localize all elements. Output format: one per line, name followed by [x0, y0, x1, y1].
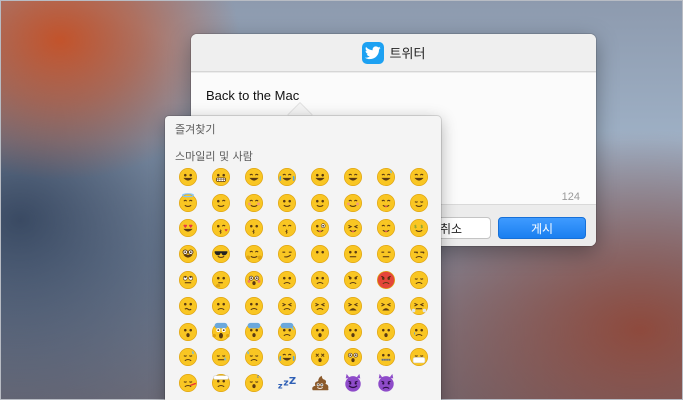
sleeping-emoji-icon[interactable]: z: [237, 370, 270, 396]
angry-emoji-icon[interactable]: [336, 267, 369, 293]
wink-emoji-icon[interactable]: [204, 190, 237, 216]
svg-text:Z: Z: [288, 376, 295, 387]
heart-eyes-emoji-icon[interactable]: [171, 216, 204, 242]
svg-text:$: $: [420, 224, 423, 230]
svg-text:z: z: [277, 381, 282, 391]
sweat-smile-emoji-icon[interactable]: [369, 164, 402, 190]
anguished-emoji-icon[interactable]: [369, 319, 402, 345]
frowning-emoji-icon[interactable]: [237, 293, 270, 319]
sleepy-emoji-icon[interactable]: [204, 345, 237, 371]
tired-emoji-icon[interactable]: [336, 293, 369, 319]
neutral-emoji-icon[interactable]: [336, 241, 369, 267]
sheet-header: 트위터: [191, 34, 596, 72]
triumph-emoji-icon[interactable]: [402, 293, 435, 319]
sob-emoji-icon[interactable]: [270, 345, 303, 371]
smile-emoji-icon[interactable]: [336, 164, 369, 190]
stuck-out-tongue-emoji-icon[interactable]: [369, 216, 402, 242]
joy-emoji-icon[interactable]: [270, 164, 303, 190]
smiley-emoji-icon[interactable]: [303, 164, 336, 190]
blush-emoji-icon[interactable]: [237, 190, 270, 216]
cold-sweat-emoji-icon[interactable]: [270, 319, 303, 345]
thinking-emoji-icon[interactable]: [204, 267, 237, 293]
grinning-emoji-icon[interactable]: [171, 164, 204, 190]
pensive-emoji-icon[interactable]: [402, 267, 435, 293]
astonished-emoji-icon[interactable]: [336, 345, 369, 371]
character-count: 124: [561, 191, 580, 203]
dizzy-emoji-icon[interactable]: [303, 345, 336, 371]
yum-emoji-icon[interactable]: [369, 190, 402, 216]
relaxed-emoji-icon[interactable]: [336, 190, 369, 216]
laughing-emoji-icon[interactable]: [402, 164, 435, 190]
kissing-emoji-icon[interactable]: [237, 216, 270, 242]
sunglasses-emoji-icon[interactable]: [204, 241, 237, 267]
grimacing-emoji-icon[interactable]: [204, 164, 237, 190]
rage-emoji-icon[interactable]: [369, 267, 402, 293]
scream-emoji-icon[interactable]: [204, 319, 237, 345]
money-mouth-emoji-icon[interactable]: $ $: [402, 216, 435, 242]
expressionless-emoji-icon[interactable]: [369, 241, 402, 267]
persevere-emoji-icon[interactable]: [270, 293, 303, 319]
rolling-eyes-emoji-icon[interactable]: [171, 267, 204, 293]
favorites-section-title: 즐겨찾기: [175, 123, 216, 136]
grin-emoji-icon[interactable]: [237, 164, 270, 190]
worried-emoji-icon[interactable]: [303, 267, 336, 293]
disappointed-emoji-icon[interactable]: [270, 267, 303, 293]
stuck-out-tongue-wink-emoji-icon[interactable]: [303, 216, 336, 242]
hugging-emoji-icon[interactable]: [237, 241, 270, 267]
slightly-frowning-emoji-icon[interactable]: [204, 293, 237, 319]
mask-emoji-icon[interactable]: [402, 345, 435, 371]
innocent-emoji-icon[interactable]: [171, 190, 204, 216]
sheet-title: 트위터: [389, 47, 426, 62]
open-mouth-emoji-icon[interactable]: [171, 319, 204, 345]
unamused-emoji-icon[interactable]: [402, 241, 435, 267]
kissing-heart-emoji-icon[interactable]: [204, 216, 237, 242]
svg-text:z: z: [283, 379, 288, 389]
tweet-text[interactable]: Back to the Mac: [206, 88, 299, 103]
zipper-emoji-icon[interactable]: [369, 345, 402, 371]
poop-emoji-icon[interactable]: [303, 370, 336, 396]
hushed-emoji-icon[interactable]: [303, 319, 336, 345]
stuck-out-tongue-closed-emoji-icon[interactable]: [336, 216, 369, 242]
imp-emoji-icon[interactable]: [369, 370, 402, 396]
upside-down-emoji-icon[interactable]: [303, 190, 336, 216]
cry-emoji-icon[interactable]: [402, 319, 435, 345]
sweat-emoji-icon[interactable]: [237, 345, 270, 371]
smileys-section-title: 스마일리 및 사람: [175, 150, 253, 163]
smiling-imp-emoji-icon[interactable]: [336, 370, 369, 396]
confounded-emoji-icon[interactable]: [303, 293, 336, 319]
emoji-picker: 즐겨찾기 스마일리 및 사람 $ $ z z z Z: [165, 116, 441, 400]
nerd-emoji-icon[interactable]: [171, 241, 204, 267]
head-bandage-emoji-icon[interactable]: [204, 370, 237, 396]
no-mouth-emoji-icon[interactable]: [303, 241, 336, 267]
emoji-grid: $ $ z z z Z: [171, 164, 435, 396]
kissing-smiling-emoji-icon[interactable]: [270, 216, 303, 242]
post-button[interactable]: 게시: [498, 217, 586, 239]
zzz-emoji-icon[interactable]: zzZ: [270, 370, 303, 396]
twitter-bird-icon: [361, 41, 384, 64]
thermometer-emoji-icon[interactable]: [171, 370, 204, 396]
disappointed-relieved-emoji-icon[interactable]: [171, 345, 204, 371]
smirk-emoji-icon[interactable]: [270, 241, 303, 267]
confused-emoji-icon[interactable]: [171, 293, 204, 319]
weary-emoji-icon[interactable]: [369, 293, 402, 319]
fearful-emoji-icon[interactable]: [237, 319, 270, 345]
relieved-emoji-icon[interactable]: [402, 190, 435, 216]
frowning-open-emoji-icon[interactable]: [336, 319, 369, 345]
slightly-smiling-emoji-icon[interactable]: [270, 190, 303, 216]
svg-text:$: $: [414, 224, 417, 230]
flushed-emoji-icon[interactable]: [237, 267, 270, 293]
